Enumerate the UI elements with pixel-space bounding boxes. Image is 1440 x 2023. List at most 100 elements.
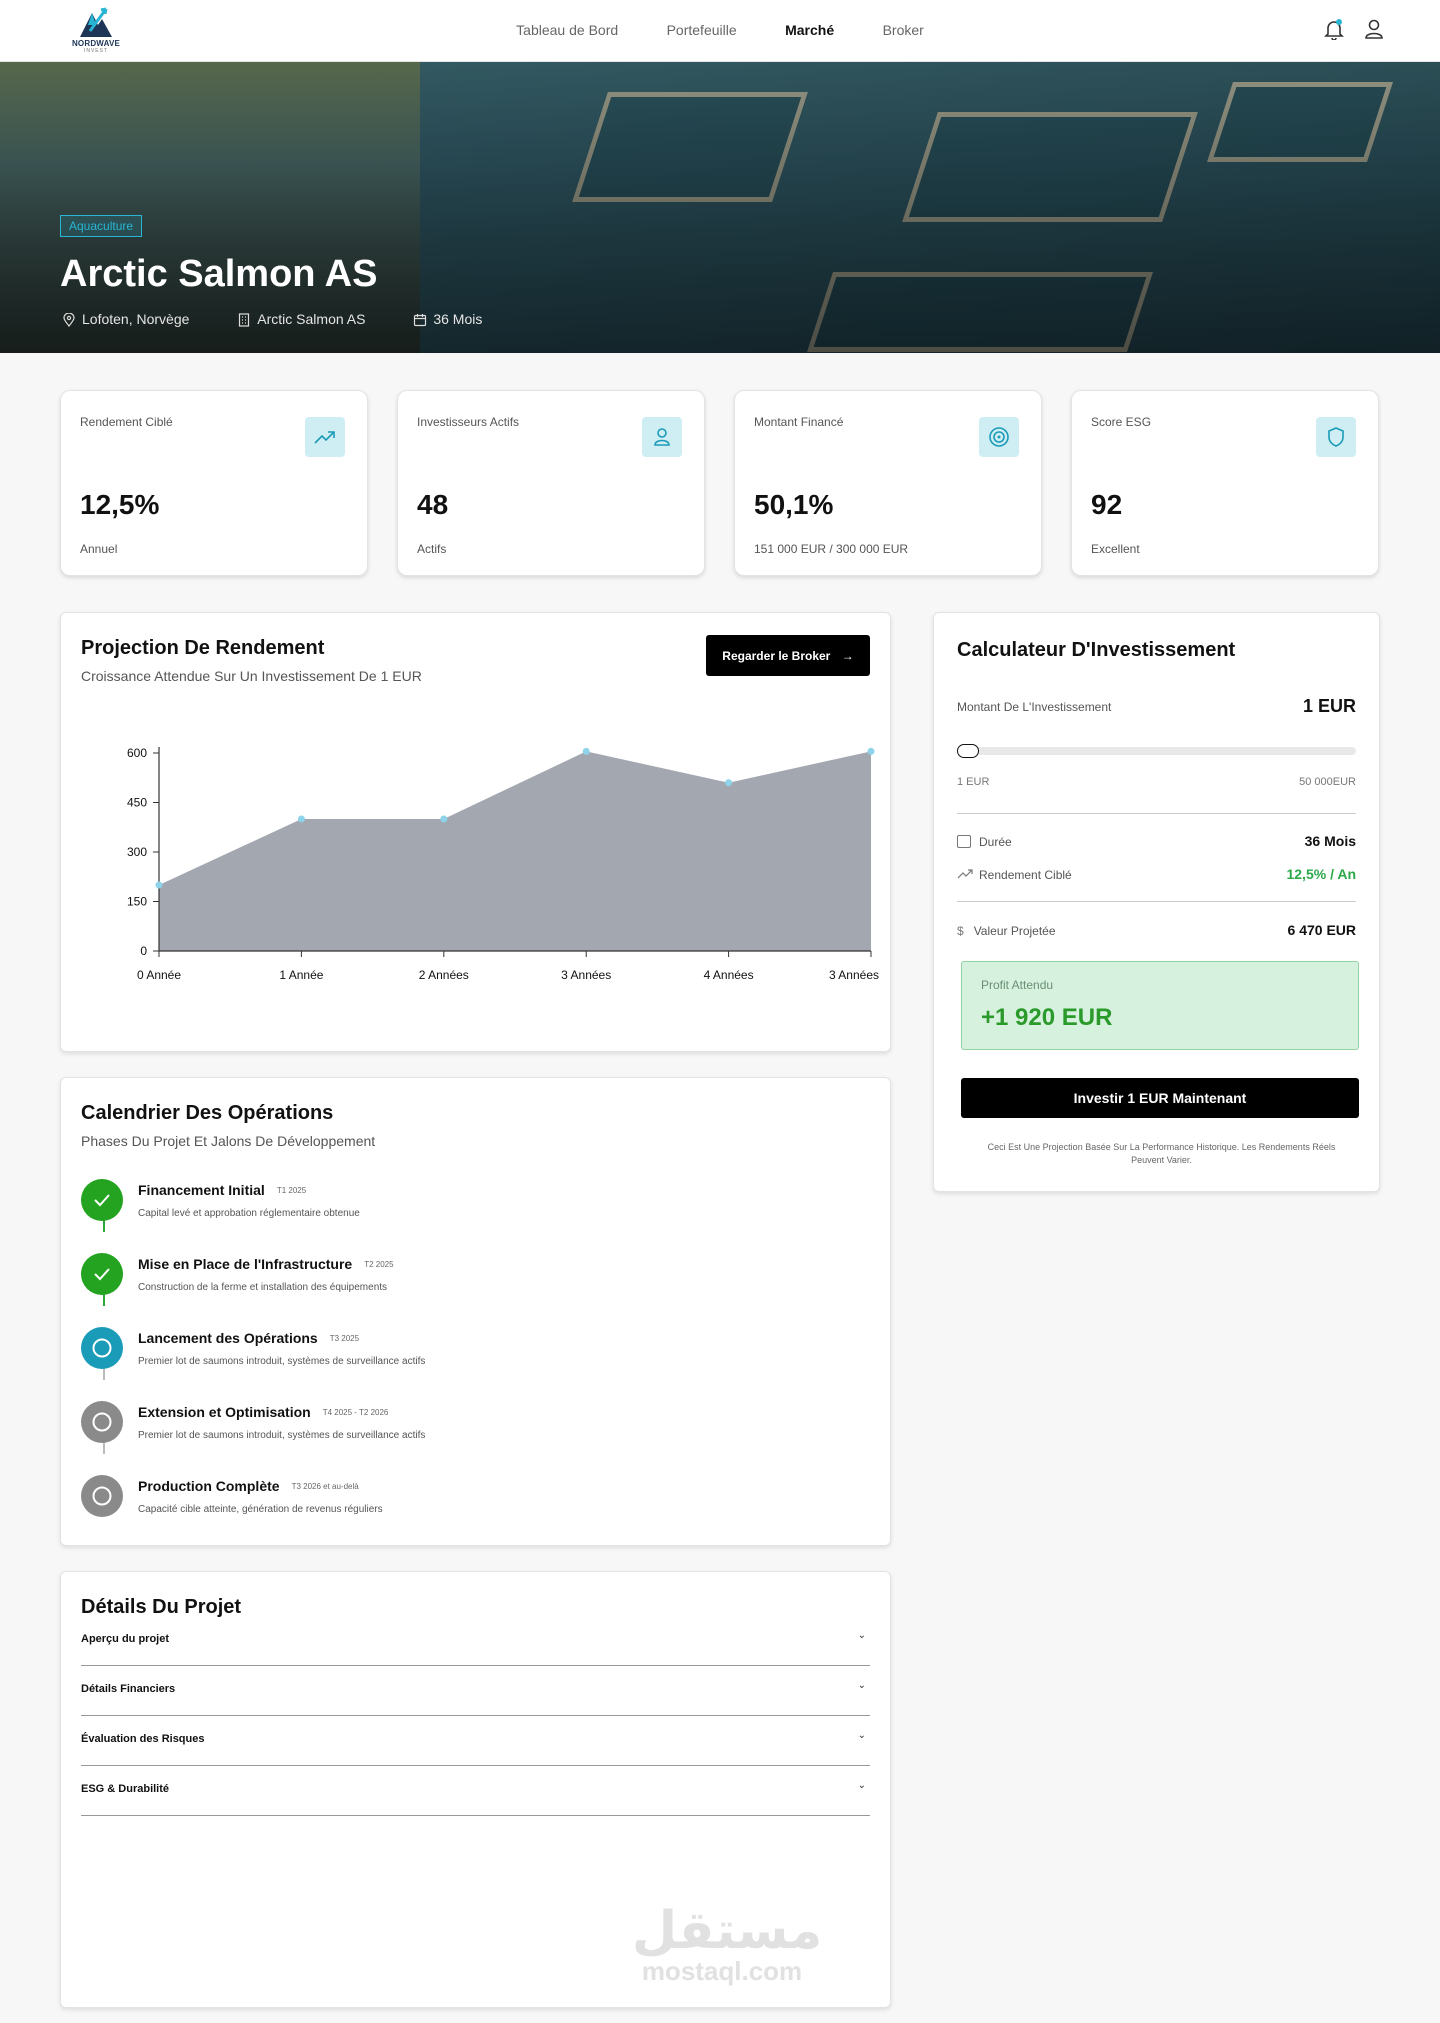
projection-subtitle: Croissance Attendue Sur Un Investissemen… (81, 668, 422, 684)
chart-point (725, 779, 733, 787)
meta-company: Arctic Salmon AS (237, 311, 387, 327)
stat-card-funded: Montant Financé 50,1% 151 000 EUR / 300 … (734, 390, 1042, 576)
duration-label: Durée (979, 835, 1012, 849)
meta-company-text: Arctic Salmon AS (257, 311, 366, 327)
projection-panel: Projection De Rendement Croissance Atten… (60, 612, 891, 1052)
projected-row: $ Valeur Projetée 6 470 EUR (957, 922, 1356, 938)
meta-duration: 36 Mois (413, 311, 504, 327)
projected-label: Valeur Projetée (973, 924, 1056, 938)
chevron-down-icon: ⌄ (857, 1730, 866, 1741)
meta-location-text: Lofoten, Norvège (82, 311, 190, 327)
hero-overlay (0, 62, 1440, 353)
yield-label: Rendement Ciblé (979, 868, 1072, 882)
amount-row: Montant De L'Investissement 1 EUR (957, 696, 1356, 716)
timeline-step-desc: Premier lot de saumons introduit, systèm… (138, 1430, 426, 1441)
accordion-item-risks[interactable]: Évaluation des Risques ⌄ (81, 1716, 870, 1766)
stat-label: Montant Financé (754, 415, 844, 429)
nav-link-portfolio[interactable]: Portefeuille (667, 22, 737, 38)
profit-label: Profit Attendu (981, 978, 1054, 992)
dollar-icon: $ (957, 924, 964, 938)
stat-label: Rendement Ciblé (80, 415, 173, 429)
chart-point (440, 815, 448, 823)
timeline-step-date: T2 2025 (364, 1260, 394, 1269)
circle-icon (81, 1475, 123, 1517)
amount-value: 1 EUR (1302, 696, 1356, 716)
meta-duration-text: 36 Mois (433, 311, 483, 327)
bell-icon[interactable] (1323, 18, 1344, 45)
slider-min-label: 1 EUR (957, 776, 990, 788)
timeline-step-title: Extension et Optimisation T4 2025 - T2 20… (138, 1404, 388, 1420)
accordion-label: Détails Financiers (81, 1683, 176, 1695)
timeline-subtitle: Phases Du Projet Et Jalons De Développem… (81, 1133, 376, 1149)
x-tick-label: 2 Années (419, 968, 469, 982)
watermark: مستقل mostaql.com (632, 1902, 823, 1986)
top-nav: NORDWAVE INVEST Tableau de Bord Portefeu… (0, 0, 1440, 62)
divider (957, 901, 1356, 902)
map-pin-icon (63, 312, 75, 327)
arrow-right-icon: → (841, 648, 854, 663)
timeline-step-title: Lancement des Opérations T3 2025 (138, 1330, 359, 1346)
timeline-step-desc: Premier lot de saumons introduit, systèm… (138, 1356, 426, 1367)
duration-row: Durée 36 Mois (957, 833, 1356, 849)
timeline-step-date: T1 2025 (276, 1186, 307, 1195)
timeline-step-date: T4 2025 - T2 2026 (322, 1408, 389, 1417)
x-tick-label: 4 Années (704, 968, 754, 982)
disclaimer: Ceci Est Une Projection Basée Sur La Per… (987, 1142, 1336, 1165)
timeline-step-desc: Capacité cible atteinte, génération de r… (138, 1504, 383, 1515)
amount-slider-handle[interactable] (957, 744, 979, 758)
circle-icon (81, 1327, 123, 1369)
meta-location: Lofoten, Norvège (62, 311, 211, 327)
nav-link-dashboard[interactable]: Tableau de Bord (516, 22, 618, 38)
trending-up-icon (957, 869, 973, 879)
amount-label: Montant De L'Investissement (957, 700, 1112, 714)
chart-point (582, 747, 590, 755)
y-tick-label: 450 (127, 796, 147, 810)
watch-broker-button[interactable]: Regarder le Broker → (706, 635, 870, 676)
timeline-step-title: Mise en Place de l'Infrastructure T2 2025 (138, 1256, 394, 1272)
chevron-down-icon: ⌄ (857, 1630, 866, 1641)
check-icon (81, 1179, 123, 1221)
stat-value: 48 (417, 489, 449, 520)
accordion-item-financial[interactable]: Détails Financiers ⌄ (81, 1666, 870, 1716)
projection-title: Projection De Rendement (81, 637, 325, 659)
calendar-icon (957, 835, 971, 848)
invest-button[interactable]: Investir 1 EUR Maintenant (961, 1078, 1359, 1118)
nav-icon-group (1308, 18, 1384, 45)
stat-sub: 151 000 EUR / 300 000 EUR (754, 542, 909, 556)
stat-card-target-yield: Rendement Ciblé 12,5% Annuel (60, 390, 368, 576)
amount-slider-track[interactable] (957, 747, 1356, 755)
building-icon (239, 313, 250, 327)
accordion-item-esg[interactable]: ESG & Durabilité ⌄ (81, 1766, 870, 1816)
nav-link-broker[interactable]: Broker (883, 22, 924, 38)
timeline-step-title: Financement Initial T1 2025 (138, 1182, 306, 1198)
watermark-latin: mostaql.com (641, 1956, 803, 1986)
divider (957, 813, 1356, 814)
x-tick-label: 3 Années (561, 968, 611, 982)
timeline-step-desc: Capital levé et approbation réglementair… (138, 1208, 360, 1219)
watch-broker-label: Regarder le Broker (722, 648, 831, 663)
projected-value: 6 470 EUR (1287, 922, 1356, 938)
timeline-title: Calendrier Des Opérations (81, 1102, 334, 1124)
stat-value: 12,5% (80, 489, 160, 520)
x-tick-label: 0 Année (137, 968, 181, 982)
check-icon (81, 1253, 123, 1295)
accordion-label: Aperçu du projet (81, 1633, 170, 1645)
timeline-step-title-text: Lancement des Opérations (138, 1330, 318, 1346)
logo-brand-text: NORDWAVE (71, 39, 121, 48)
shield-icon (1316, 417, 1356, 457)
nav-link-market[interactable]: Marché (785, 22, 834, 38)
profit-box: Profit Attendu +1 920 EUR (961, 961, 1359, 1050)
circle-icon (81, 1401, 123, 1443)
yield-row: Rendement Ciblé 12,5% / An (957, 866, 1356, 882)
stat-sub: Annuel (80, 542, 118, 556)
x-tick-label: 1 Année (279, 968, 323, 982)
watermark-arabic: مستقل (632, 1902, 823, 1960)
timeline-step-title-text: Production Complète (138, 1478, 280, 1494)
stat-label: Investisseurs Actifs (417, 415, 520, 429)
y-tick-label: 0 (140, 944, 147, 958)
chart-area (159, 751, 871, 951)
user-icon[interactable] (1364, 18, 1384, 45)
accordion-item-overview[interactable]: Aperçu du projet ⌄ (81, 1616, 870, 1666)
user-icon (642, 417, 682, 457)
category-tag: Aquaculture (60, 215, 143, 237)
